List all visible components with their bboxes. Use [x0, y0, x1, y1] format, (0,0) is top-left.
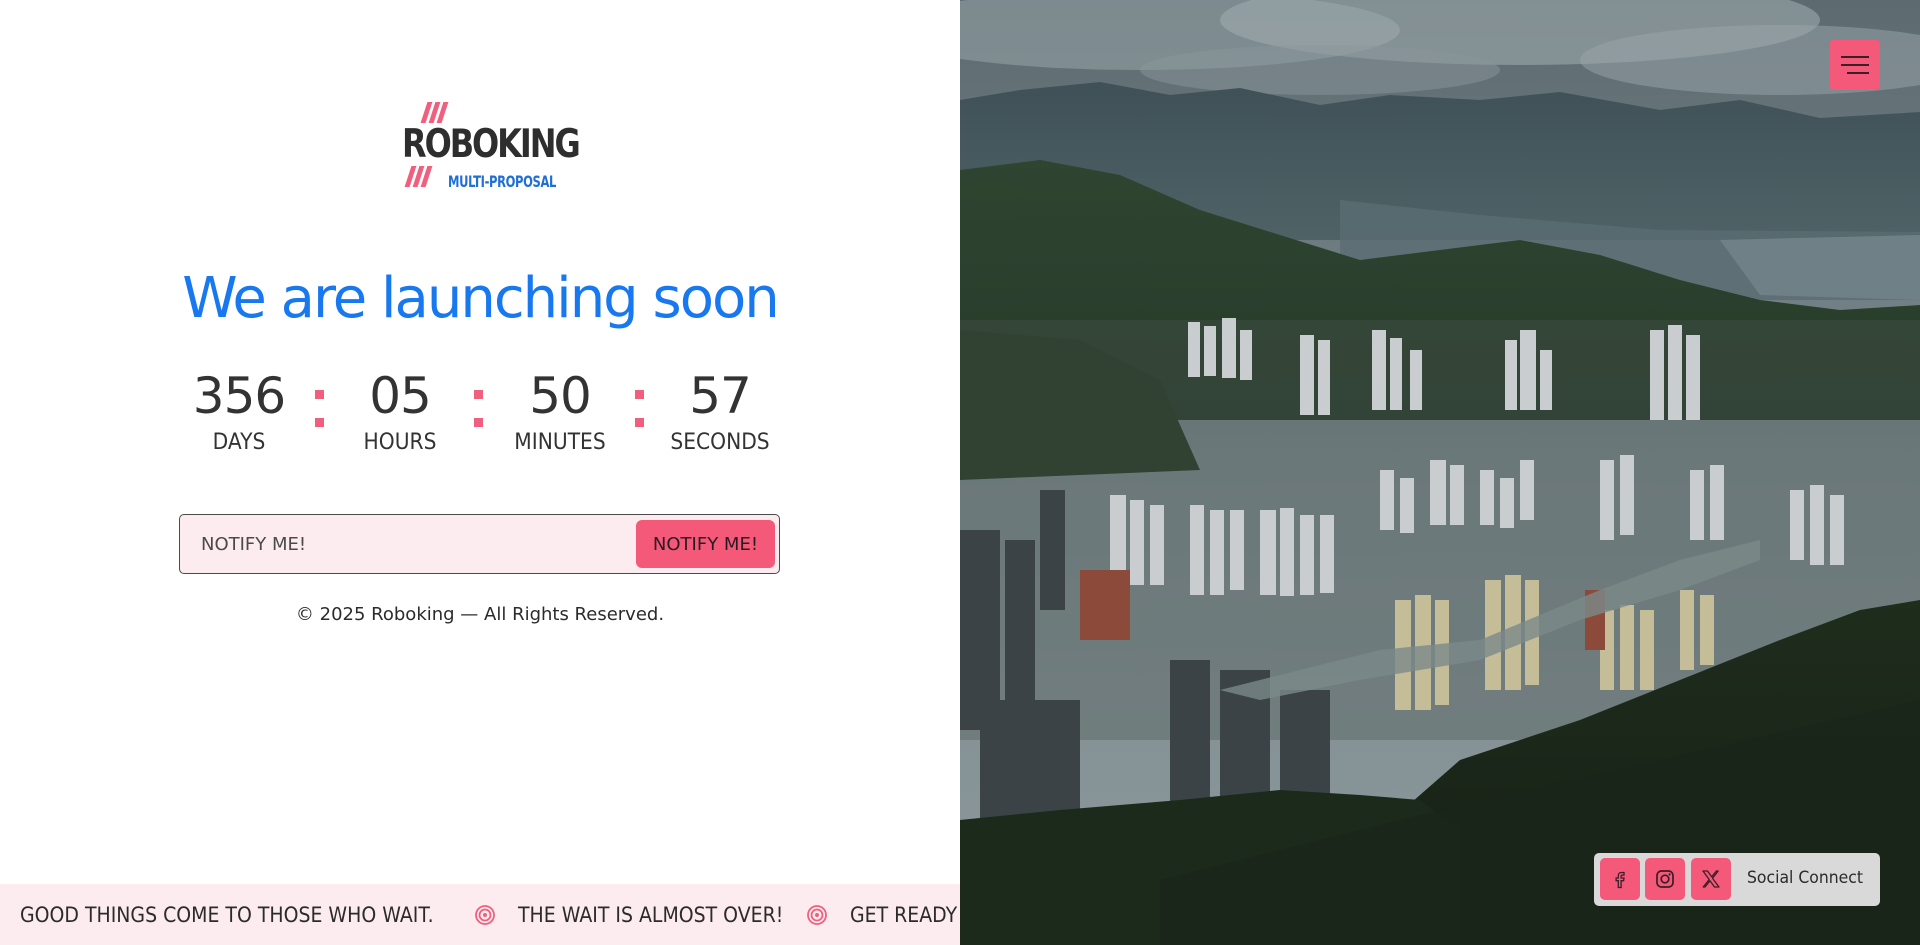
- countdown-days-label: DAYS: [212, 430, 266, 455]
- countdown-timer: 356 DAYS 05 HOURS 50 MINUTES 57 SECONDS: [0, 366, 960, 466]
- hero-image: [960, 0, 1920, 945]
- countdown-seconds-value: 57: [689, 367, 752, 425]
- social-connect-bar: Social Connect: [1594, 853, 1880, 906]
- facebook-icon: [1615, 871, 1625, 889]
- logo-slashes-top: [420, 102, 449, 123]
- countdown-minutes-label: MINUTES: [514, 430, 606, 455]
- page-headline: We are launching soon: [182, 266, 779, 331]
- countdown-days-value: 356: [192, 367, 286, 425]
- ticker-track: GOOD THINGS COME TO THOSE WHO WAIT. THE …: [20, 884, 960, 945]
- countdown-days: 356 DAYS: [159, 366, 319, 458]
- hamburger-icon-line: [1841, 64, 1869, 66]
- brand-logo[interactable]: ROBOKING MULTI-PROPOSAL: [402, 100, 581, 192]
- social-connect-label: Social Connect: [1747, 868, 1864, 888]
- marquee-ticker: GOOD THINGS COME TO THOSE WHO WAIT. THE …: [0, 884, 960, 945]
- target-icon: [807, 904, 828, 925]
- hamburger-icon-line: [1847, 72, 1869, 74]
- countdown-minutes: 50 MINUTES: [480, 366, 640, 458]
- countdown-seconds-label: SECONDS: [670, 430, 770, 455]
- brand-tagline: MULTI-PROPOSAL: [448, 172, 557, 191]
- brand-name: ROBOKING: [402, 122, 581, 167]
- ticker-item: GOOD THINGS COME TO THOSE WHO WAIT.: [20, 902, 434, 927]
- target-icon: [474, 904, 495, 925]
- hamburger-icon-line: [1841, 56, 1869, 58]
- copyright-text: © 2025 Roboking — All Rights Reserved.: [295, 604, 665, 625]
- x-icon: [1702, 870, 1720, 888]
- countdown-hours: 05 HOURS: [320, 366, 480, 458]
- notify-email-input[interactable]: [180, 515, 620, 573]
- countdown-seconds: 57 SECONDS: [640, 366, 800, 458]
- x-twitter-button[interactable]: [1691, 858, 1731, 900]
- countdown-minutes-value: 50: [529, 367, 592, 425]
- countdown-hours-label: HOURS: [363, 430, 437, 455]
- logo-slashes-bottom: [404, 166, 433, 187]
- instagram-button[interactable]: [1645, 858, 1685, 900]
- ticker-item: THE WAIT IS ALMOST OVER!: [517, 902, 783, 927]
- left-panel: ROBOKING MULTI-PROPOSAL We are launching…: [0, 0, 960, 945]
- notify-form: NOTIFY ME!: [179, 514, 780, 574]
- facebook-button[interactable]: [1600, 858, 1640, 900]
- city-landscape-image: [960, 0, 1920, 945]
- countdown-hours-value: 05: [369, 367, 432, 425]
- notify-button[interactable]: NOTIFY ME!: [636, 520, 775, 568]
- instagram-icon: [1656, 870, 1674, 888]
- menu-button[interactable]: [1830, 40, 1880, 90]
- ticker-item: GET READY F: [850, 902, 960, 927]
